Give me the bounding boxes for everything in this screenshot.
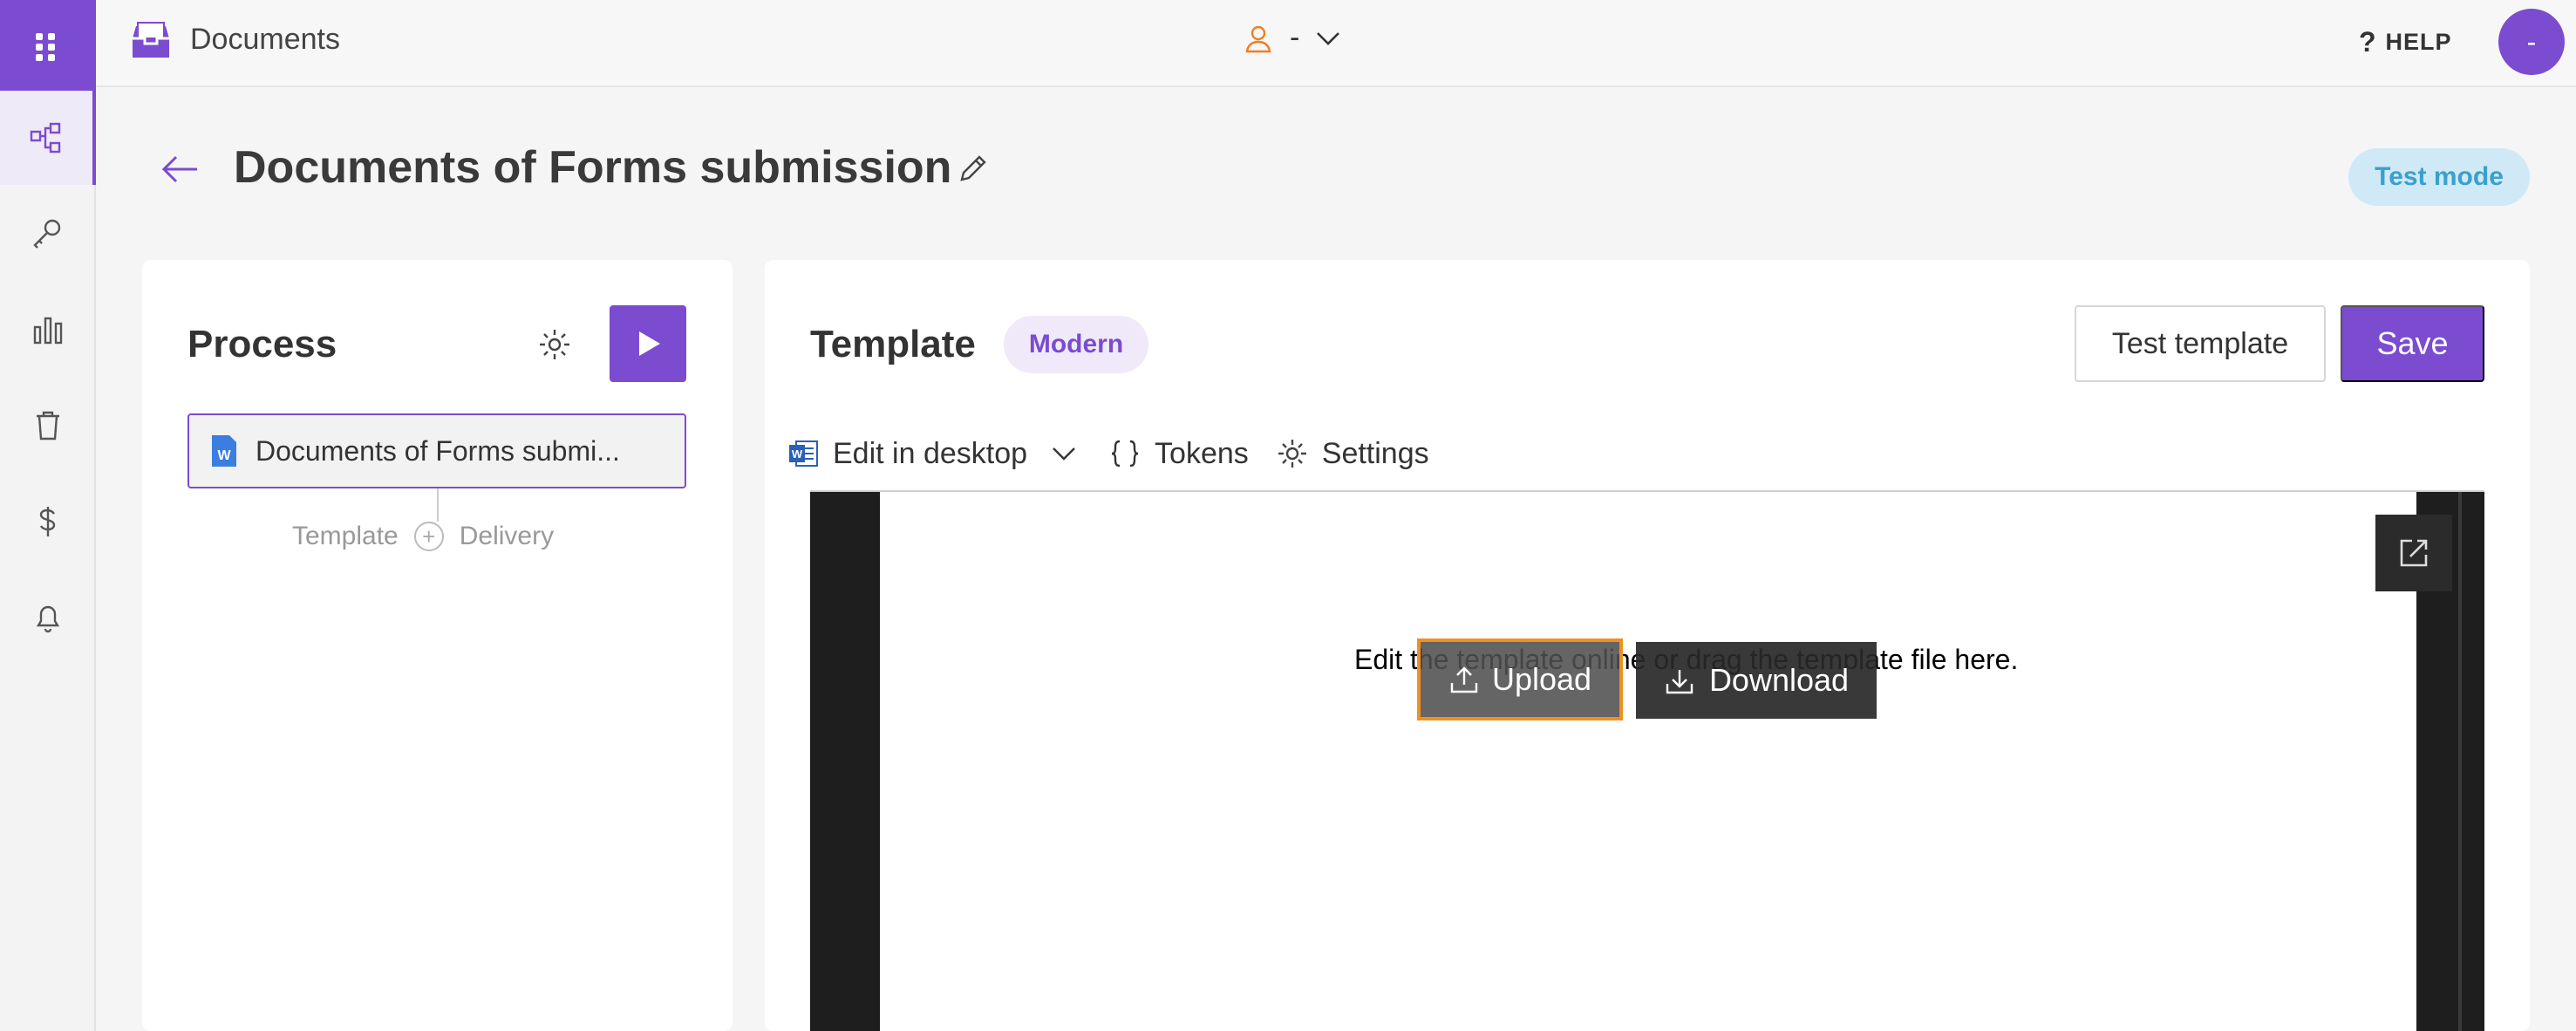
download-button[interactable]: Download: [1636, 642, 1877, 719]
download-label: Download: [1708, 662, 1850, 698]
rail-key-icon[interactable]: [0, 187, 96, 281]
chevron-down-icon: [1317, 31, 1340, 45]
rail-workflows-icon[interactable]: [0, 91, 96, 185]
open-external-button[interactable]: [2375, 515, 2452, 591]
process-document-item[interactable]: W Documents of Forms submi...: [187, 413, 686, 488]
process-panel: Process W Documents of Forms submi... Te…: [142, 260, 733, 1031]
template-settings-button[interactable]: Settings: [1275, 436, 1429, 471]
template-style-badge[interactable]: Modern: [1004, 316, 1148, 373]
add-step-plus-icon[interactable]: +: [413, 522, 444, 551]
process-title: Process: [187, 323, 337, 365]
braces-icon: [1111, 440, 1139, 468]
question-icon: ?: [2359, 26, 2377, 58]
help-button[interactable]: ? HELP: [2359, 26, 2452, 58]
template-editor[interactable]: Edit the template online or drag the tem…: [810, 490, 2484, 1031]
edit-in-desktop-button[interactable]: W Edit in desktop: [786, 436, 1081, 471]
rail-notifications-icon[interactable]: [0, 570, 96, 665]
external-link-icon: [2400, 539, 2428, 567]
user-icon: [1245, 25, 1271, 52]
word-document-icon: W: [212, 435, 236, 467]
user-selector[interactable]: -: [1243, 21, 1341, 55]
chevron-down-icon[interactable]: [1046, 436, 1081, 471]
svg-text:W: W: [792, 447, 803, 461]
gear-icon: [1278, 440, 1306, 468]
upload-label: Upload: [1491, 661, 1592, 697]
process-settings-gear-icon[interactable]: [536, 326, 573, 363]
process-document-label: Documents of Forms submi...: [256, 434, 620, 467]
tokens-button[interactable]: Tokens: [1107, 436, 1249, 471]
save-button[interactable]: Save: [2341, 305, 2484, 382]
edit-in-desktop-label: Edit in desktop: [833, 436, 1028, 470]
upload-icon: [1450, 666, 1478, 693]
test-template-button[interactable]: Test template: [2075, 305, 2326, 382]
apps-grid-icon[interactable]: [0, 0, 96, 91]
editor-scrollbar[interactable]: [2458, 492, 2462, 1031]
process-flow: Template + Delivery: [292, 522, 554, 551]
run-process-button[interactable]: [610, 305, 686, 382]
upload-button[interactable]: Upload: [1417, 638, 1623, 720]
flow-delivery-label: Delivery: [459, 522, 555, 550]
settings-label: Settings: [1321, 436, 1429, 470]
user-name: -: [1290, 21, 1300, 54]
svg-text:W: W: [217, 448, 231, 463]
template-panel: Template Modern Test template Save W Edi…: [765, 260, 2530, 1031]
help-label: HELP: [2385, 29, 2452, 55]
flow-template-label: Template: [292, 522, 399, 550]
rail-billing-icon[interactable]: [0, 475, 96, 569]
back-arrow-icon[interactable]: [157, 147, 202, 192]
play-icon: [639, 331, 660, 356]
test-mode-badge: Test mode: [2348, 148, 2530, 206]
template-toolbar: W Edit in desktop Tokens Settings: [786, 429, 1455, 478]
rail-trash-icon[interactable]: [0, 379, 96, 473]
edit-pencil-icon[interactable]: [955, 150, 992, 187]
app-title: Documents: [190, 23, 340, 56]
documents-app-icon: [133, 22, 169, 58]
tokens-label: Tokens: [1155, 436, 1249, 470]
page-title: Documents of Forms submission: [234, 142, 952, 193]
rail-reports-icon[interactable]: [0, 283, 96, 377]
left-rail: [0, 0, 96, 1031]
editor-document-page[interactable]: [880, 492, 2416, 1031]
top-bar: Documents - ? HELP -: [96, 0, 2576, 87]
template-title: Template: [810, 323, 976, 365]
avatar[interactable]: -: [2498, 9, 2565, 75]
apps-grid-glyph: [36, 33, 55, 61]
download-icon: [1666, 670, 1693, 694]
flow-connector: [437, 488, 439, 522]
word-icon: W: [789, 440, 818, 467]
